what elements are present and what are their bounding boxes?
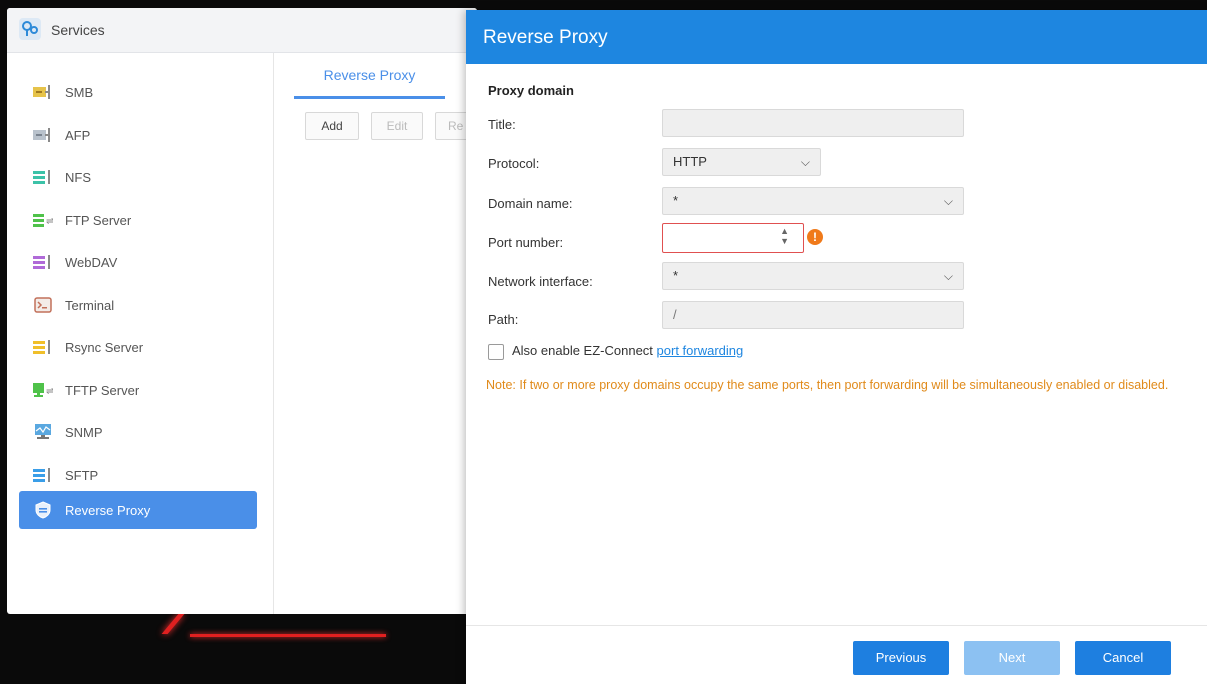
- snmp-icon: [33, 424, 53, 440]
- chevron-down-icon: ⌵: [943, 194, 953, 208]
- reverse-proxy-dialog: Reverse Proxy Proxy domain Title: Protoc…: [466, 10, 1207, 684]
- sidebar-item-label: SMB: [65, 84, 94, 100]
- note-text: Note: If two or more proxy domains occup…: [486, 378, 1169, 392]
- port-number-field[interactable]: ▲ ▼: [662, 223, 804, 253]
- nfs-icon: [33, 169, 53, 185]
- port-stepper[interactable]: ▲ ▼: [780, 226, 789, 246]
- services-sidebar: SMB AFP NFS ⇌ FTP Server WebDAV Terminal…: [7, 53, 274, 614]
- path-label: Path:: [488, 312, 519, 327]
- path-field[interactable]: /: [662, 301, 964, 329]
- section-title: Proxy domain: [488, 83, 574, 98]
- sidebar-item-webdav[interactable]: WebDAV: [19, 243, 257, 281]
- network-interface-select[interactable]: * ⌵: [662, 262, 964, 290]
- sidebar-item-label: AFP: [65, 127, 91, 143]
- sidebar-item-label: Reverse Proxy: [65, 502, 151, 518]
- sidebar-item-label: Terminal: [65, 297, 115, 313]
- services-titlebar: Services: [7, 8, 477, 53]
- dialog-footer-divider: [466, 625, 1207, 626]
- ez-connect-text: Also enable EZ-Connect: [512, 343, 657, 358]
- sidebar-item-label: Rsync Server: [65, 339, 144, 355]
- tab-reverse-proxy[interactable]: Reverse Proxy: [294, 63, 445, 99]
- smb-icon: [33, 84, 53, 100]
- sidebar-item-tftp[interactable]: ⇌ TFTP Server: [19, 371, 257, 409]
- svg-text:⇌: ⇌: [46, 216, 53, 227]
- chevron-down-icon: ⌵: [943, 269, 953, 283]
- sidebar-item-smb[interactable]: SMB: [19, 73, 257, 111]
- protocol-value: HTTP: [673, 154, 707, 169]
- dialog-title: Reverse Proxy: [466, 10, 1207, 64]
- shield-icon: [33, 501, 53, 519]
- sidebar-item-sftp[interactable]: SFTP: [19, 456, 257, 494]
- sidebar-item-terminal[interactable]: Terminal: [19, 286, 257, 324]
- sidebar-item-label: SNMP: [65, 424, 103, 440]
- services-app-icon: [19, 17, 41, 43]
- chevron-down-icon: ⌵: [800, 155, 810, 169]
- ez-connect-label: Also enable EZ-Connect port forwarding: [512, 343, 743, 358]
- domain-name-select[interactable]: * ⌵: [662, 187, 964, 215]
- cancel-button[interactable]: Cancel: [1075, 641, 1171, 675]
- tftp-icon: ⇌: [33, 382, 53, 398]
- warning-icon: !: [807, 229, 823, 245]
- next-button[interactable]: Next: [964, 641, 1060, 675]
- title-field[interactable]: [662, 109, 964, 137]
- sidebar-item-snmp[interactable]: SNMP: [19, 413, 257, 451]
- afp-icon: [33, 127, 53, 143]
- edit-button[interactable]: Edit: [371, 112, 423, 140]
- sftp-icon: [33, 467, 53, 483]
- sidebar-item-label: NFS: [65, 169, 91, 185]
- port-forwarding-link[interactable]: port forwarding: [657, 343, 744, 358]
- domain-name-value: *: [673, 193, 679, 208]
- rsync-icon: [33, 339, 53, 355]
- port-number-label: Port number:: [488, 235, 564, 250]
- services-window: Services SMB AFP NFS ⇌ FTP Server WebDAV…: [7, 8, 477, 614]
- protocol-select[interactable]: HTTP ⌵: [662, 148, 821, 176]
- sidebar-item-ftp[interactable]: ⇌ FTP Server: [19, 201, 257, 239]
- sidebar-item-label: WebDAV: [65, 254, 118, 270]
- svg-text:⇌: ⇌: [46, 386, 53, 397]
- terminal-icon: [33, 297, 53, 313]
- webdav-icon: [33, 254, 53, 270]
- add-button[interactable]: Add: [305, 112, 359, 140]
- domain-name-label: Domain name:: [488, 196, 573, 211]
- desktop-glow-line: [161, 614, 185, 634]
- sidebar-item-nfs[interactable]: NFS: [19, 158, 257, 196]
- network-interface-label: Network interface:: [488, 274, 593, 289]
- sidebar-item-label: FTP Server: [65, 212, 132, 228]
- sidebar-item-label: TFTP Server: [65, 382, 140, 398]
- ez-connect-checkbox[interactable]: [488, 344, 504, 360]
- services-window-title: Services: [51, 22, 105, 38]
- network-interface-value: *: [673, 268, 679, 283]
- desktop-glow-line: [190, 634, 386, 637]
- title-label: Title:: [488, 117, 516, 132]
- sidebar-item-rsync[interactable]: Rsync Server: [19, 328, 257, 366]
- sidebar-item-afp[interactable]: AFP: [19, 116, 257, 154]
- sidebar-item-label: SFTP: [65, 467, 99, 483]
- previous-button[interactable]: Previous: [853, 641, 949, 675]
- sidebar-item-reverse-proxy[interactable]: Reverse Proxy: [19, 491, 257, 529]
- protocol-label: Protocol:: [488, 156, 540, 171]
- ftp-icon: ⇌: [33, 212, 53, 228]
